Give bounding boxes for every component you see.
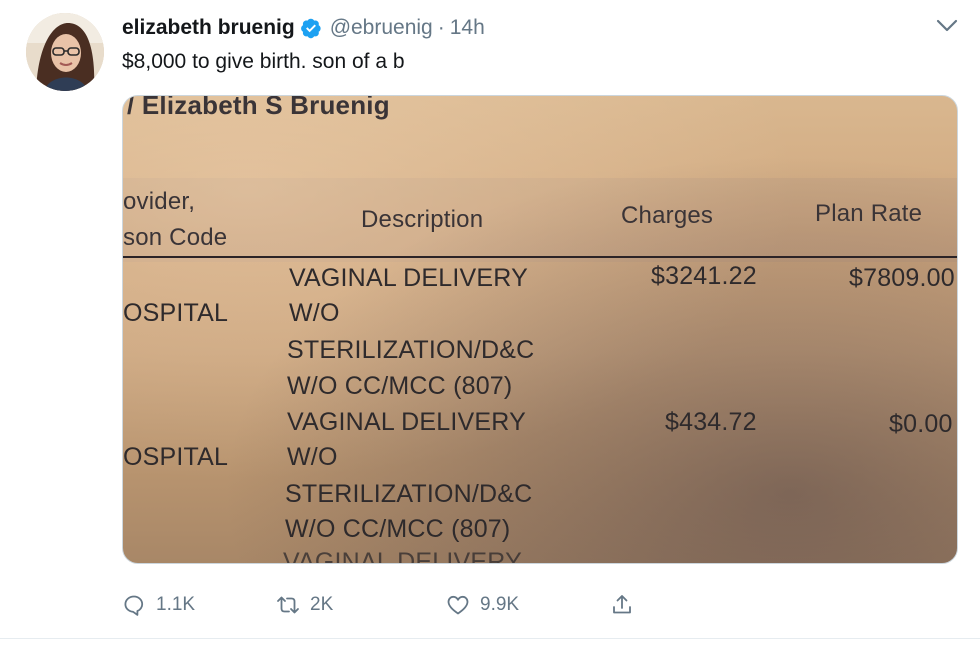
separator-dot: · [437,16,445,39]
header-rule [123,256,957,258]
column-plan-rate: Plan Rate [815,200,923,227]
user-handle[interactable]: @ebruenig [330,16,433,40]
row1-charges: $3241.22 [651,262,757,290]
row1-desc-line1: VAGINAL DELIVERY [289,264,528,292]
document-patient-name: / Elizabeth S Bruenig [127,95,390,121]
reply-count: 1.1K [156,594,196,615]
row2-desc-line2: W/O [287,443,338,471]
tweet-media-image[interactable]: / Elizabeth S Bruenig ovider, son Code D… [122,95,958,564]
column-charges: Charges [621,202,714,229]
doc-name-prefix: / [127,95,142,120]
tweet-action-bar: 1.1K 2K 9.9K [122,590,642,620]
timestamp[interactable]: 14h [450,16,485,40]
column-description: Description [361,206,484,233]
row2-desc-line4: W/O CC/MCC (807) [285,515,511,543]
chevron-down-icon[interactable] [934,16,960,36]
heart-icon [447,595,469,615]
display-name[interactable]: elizabeth bruenig [122,16,295,40]
reply-button[interactable]: 1.1K [122,590,195,620]
column-provider-line1: ovider, [123,188,196,215]
row1-provider: OSPITAL [123,299,229,327]
row2-desc-line3: STERILIZATION/D&C [285,480,533,508]
row1-desc-line3: STERILIZATION/D&C [287,336,535,364]
share-button[interactable] [610,590,634,620]
avatar-image [26,13,104,91]
row2-desc-line1: VAGINAL DELIVERY [287,408,526,436]
column-provider-line2: son Code [123,224,228,251]
like-count: 9.9K [480,594,520,615]
tweet-text: $8,000 to give birth. son of a b [122,50,405,73]
retweet-icon [277,596,299,614]
avatar[interactable] [26,13,104,91]
row1-plan-rate: $7809.00 [849,264,955,292]
row1-desc-line4: W/O CC/MCC (807) [287,372,513,400]
row2-charges: $434.72 [665,408,757,436]
tweet-header: elizabeth bruenig @ebruenig · 14h [122,14,485,42]
verified-badge-icon [300,17,322,39]
cut-off-line: VAGINAL DELIVERY [283,548,522,564]
row1-desc-line2: W/O [289,299,340,327]
retweet-button[interactable]: 2K [276,590,333,620]
like-button[interactable]: 9.9K [446,590,519,620]
row2-plan-rate: $0.00 [889,410,953,438]
photo-shading [123,96,957,563]
doc-name: Elizabeth S Bruenig [141,95,390,120]
retweet-count: 2K [310,594,334,615]
reply-icon [124,595,144,616]
tweet-divider [0,638,980,639]
row2-provider: OSPITAL [123,443,229,471]
share-icon [613,595,631,614]
